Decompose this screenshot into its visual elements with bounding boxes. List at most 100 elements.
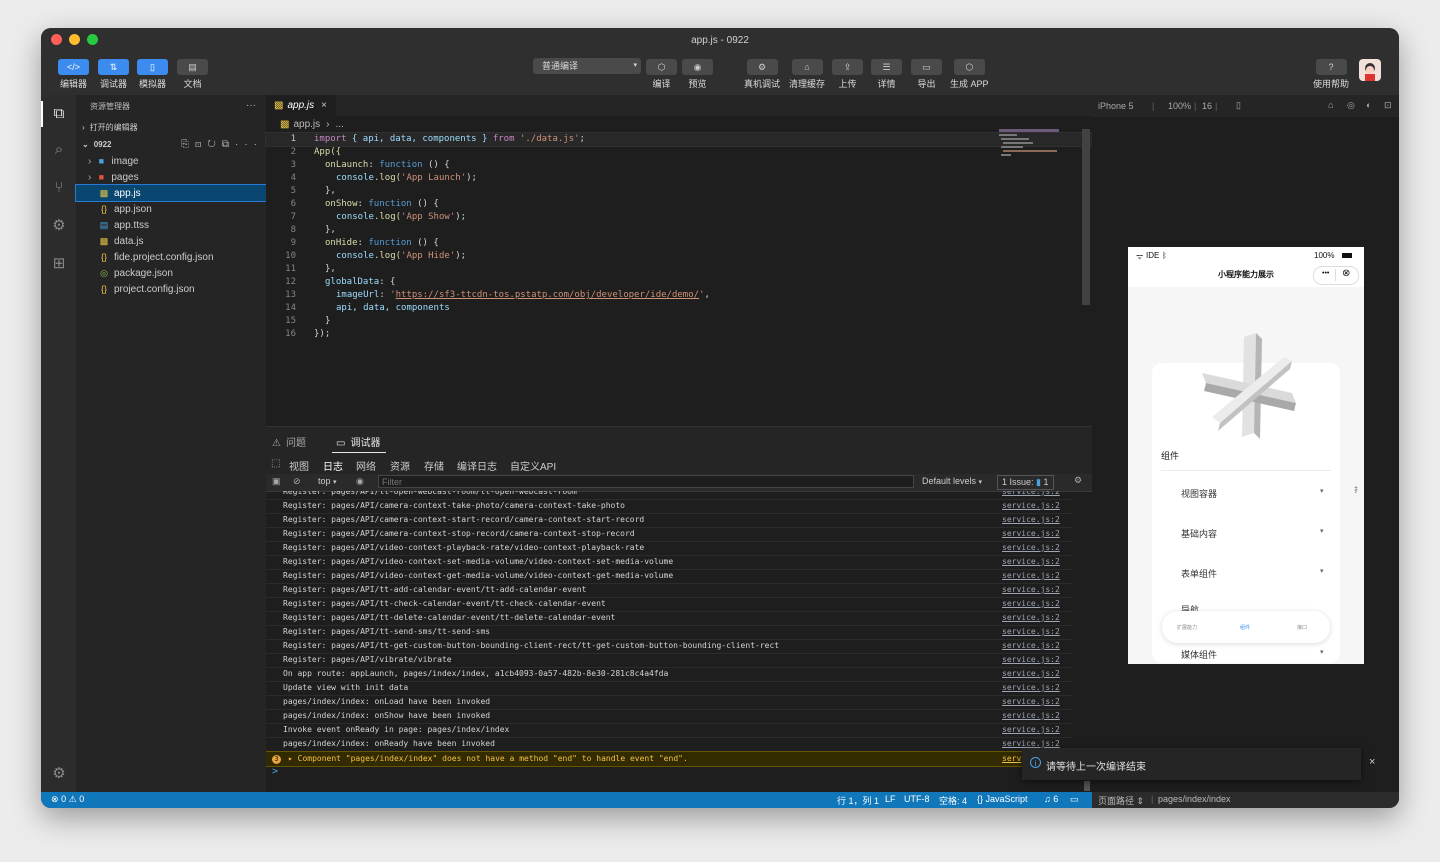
log-source-link[interactable]: service.js:2	[1002, 491, 1060, 499]
tab-problems[interactable]: ⚠ 问题	[272, 434, 306, 449]
log-source-link[interactable]: service.js:2	[1002, 527, 1060, 541]
warning-row[interactable]: 3 ▸ Component "pages/index/index" does no…	[266, 751, 1072, 767]
debugger-toggle-button[interactable]: ⇅ 调试器	[98, 59, 129, 90]
levels-select[interactable]: Default levels ▾	[922, 476, 982, 486]
build-app-button[interactable]: ⬡ 生成 APP	[950, 59, 989, 90]
close-icon[interactable]: ×	[321, 100, 327, 111]
log-source-link[interactable]: service.js:2	[1002, 639, 1060, 653]
issues-button[interactable]: 1 Issue: ▮ 1	[997, 475, 1054, 490]
tabbar-extension[interactable]: 扩展能力	[1177, 624, 1197, 631]
subtab-compile-log[interactable]: 编译日志	[457, 458, 497, 473]
refresh-icon[interactable]: ↻	[207, 139, 221, 150]
breadcrumb-more[interactable]: ...	[335, 119, 343, 130]
mute-icon[interactable]: ◐	[1366, 100, 1371, 110]
editor-scrollbar[interactable]	[1082, 129, 1090, 305]
minimap[interactable]	[999, 129, 1059, 159]
component-item-view[interactable]: 视图容器	[1181, 487, 1217, 500]
console-prompt[interactable]: >	[272, 766, 278, 777]
log-source-link[interactable]: service.js:2	[1002, 695, 1060, 709]
simulator-toggle-button[interactable]: ▯ 模拟器	[137, 59, 168, 90]
log-source-link[interactable]: service.js:2	[1002, 667, 1060, 681]
log-source-link[interactable]: service.js:2	[1002, 653, 1060, 667]
log-source-link[interactable]: service.js:2	[1002, 723, 1060, 737]
component-item-basic[interactable]: 基础内容	[1181, 527, 1217, 540]
new-file-icon[interactable]: ⎘	[181, 139, 195, 150]
compile-mode-select[interactable]: 普通编译 ▾	[533, 58, 641, 74]
context-select[interactable]: top ▾	[318, 476, 337, 486]
log-source-link[interactable]: service.js:2	[1002, 541, 1060, 555]
log-source-link[interactable]: service.js:2	[1002, 513, 1060, 527]
page-path-value[interactable]: pages/index/index	[1158, 794, 1231, 804]
font-size-select[interactable]: 16	[1202, 101, 1212, 111]
tree-file-project-config[interactable]: {} project.config.json	[76, 281, 288, 297]
rotate-icon[interactable]: ▯	[1236, 100, 1241, 111]
upload-button[interactable]: ⇪ 上传	[832, 59, 863, 90]
search-icon[interactable]: ⌕	[50, 141, 68, 159]
eol-select[interactable]: LF	[885, 794, 896, 804]
compile-button[interactable]: ⬡ 编译	[646, 59, 677, 90]
tabbar-component[interactable]: 组件	[1240, 624, 1250, 631]
subtab-network[interactable]: 网络	[356, 458, 376, 473]
encoding-select[interactable]: UTF-8	[904, 794, 930, 804]
tree-folder-pages[interactable]: › ■ pages	[76, 169, 278, 185]
preview-button[interactable]: ◉ 预览	[682, 59, 713, 90]
settings-gear-icon[interactable]: ⚙	[1074, 475, 1082, 486]
docs-button[interactable]: ▤ 文档	[177, 59, 208, 90]
clear-cache-button[interactable]: ⌂ 清理缓存	[789, 59, 825, 90]
tree-file-app-json[interactable]: {} app.json	[76, 201, 288, 217]
screenshot-icon[interactable]: ⊡	[1384, 100, 1392, 111]
export-button[interactable]: ▭ 导出	[911, 59, 942, 90]
tab-app-js[interactable]: ▩ app.js ×	[266, 95, 336, 116]
more-icon[interactable]: ···	[235, 139, 263, 150]
zoom-select[interactable]: 100%	[1168, 101, 1191, 111]
avatar[interactable]	[1359, 59, 1381, 81]
log-source-link[interactable]: service.js:2	[1002, 499, 1060, 513]
remote-debug-button[interactable]: ⚙ 真机调试	[744, 59, 780, 90]
home-icon[interactable]: ⌂	[1328, 100, 1333, 110]
tree-file-app-js[interactable]: ▩ app.js	[75, 184, 289, 202]
extensions-icon[interactable]: ⊞	[50, 255, 68, 273]
subtab-custom-api[interactable]: 自定义API	[510, 458, 556, 473]
source-control-icon[interactable]: ⑂	[50, 179, 68, 197]
language-select[interactable]: {} JavaScript	[977, 794, 1028, 804]
open-editors-section[interactable]: › 打开的编辑器	[76, 120, 272, 136]
editor-toggle-button[interactable]: </> 编辑器	[58, 59, 89, 90]
tree-file-fide-config[interactable]: {} fide.project.config.json	[76, 249, 288, 265]
log-source-link[interactable]: service.js:2	[1002, 555, 1060, 569]
log-source-link[interactable]: serv	[1002, 752, 1021, 766]
console-scrollbar[interactable]	[1084, 781, 1090, 791]
settings-gear-icon[interactable]: ⚙	[50, 765, 68, 783]
eye-icon[interactable]: ◉	[356, 476, 364, 487]
menu-dots-button[interactable]: •••	[1322, 270, 1329, 277]
filter-input[interactable]	[378, 475, 914, 488]
console-log[interactable]: Register: pages/API/tt-open-webcast-room…	[266, 491, 1092, 781]
component-item-media[interactable]: 媒体组件	[1181, 648, 1217, 661]
log-source-link[interactable]: service.js:2	[1002, 583, 1060, 597]
sidebar-toggle-icon[interactable]: ▣	[272, 476, 281, 487]
cursor-position[interactable]: 行 1，列 1	[837, 794, 879, 807]
details-button[interactable]: ☰ 详情	[871, 59, 902, 90]
indent-select[interactable]: 空格: 4	[939, 794, 967, 807]
problems-indicator[interactable]: ⊗ 0 ⚠ 0	[51, 794, 84, 805]
tab-debugger[interactable]: ▭ 调试器	[332, 427, 387, 453]
close-icon[interactable]: ×	[1369, 756, 1375, 768]
tree-file-package-json[interactable]: ◎ package.json	[76, 265, 288, 281]
code-url-link[interactable]: https://sf3-ttcdn-tos.pstatp.com/obj/dev…	[396, 290, 699, 300]
subtab-console[interactable]: 日志	[323, 458, 343, 473]
clear-console-icon[interactable]: ⊘	[293, 476, 301, 487]
page-path-select[interactable]: 页面路径 ⇕	[1098, 794, 1144, 807]
inspect-icon[interactable]: ⬚	[271, 458, 280, 469]
location-icon[interactable]: ◎	[1347, 100, 1355, 111]
log-source-link[interactable]: service.js:2	[1002, 625, 1060, 639]
log-source-link[interactable]: service.js:2	[1002, 709, 1060, 723]
new-folder-icon[interactable]: ⊡	[195, 139, 207, 150]
device-select[interactable]: iPhone 5	[1098, 101, 1134, 111]
log-source-link[interactable]: service.js:2	[1002, 611, 1060, 625]
tabbar-api[interactable]: 接口	[1297, 624, 1307, 631]
tree-file-data-js[interactable]: ▩ data.js	[76, 233, 288, 249]
help-button[interactable]: ? 使用帮助	[1313, 59, 1349, 90]
debug-run-icon[interactable]: ⚙	[50, 217, 68, 235]
subtab-elements[interactable]: 视图	[289, 458, 309, 473]
tree-file-app-ttss[interactable]: ▤ app.ttss	[76, 217, 288, 233]
log-source-link[interactable]: service.js:2	[1002, 681, 1060, 695]
